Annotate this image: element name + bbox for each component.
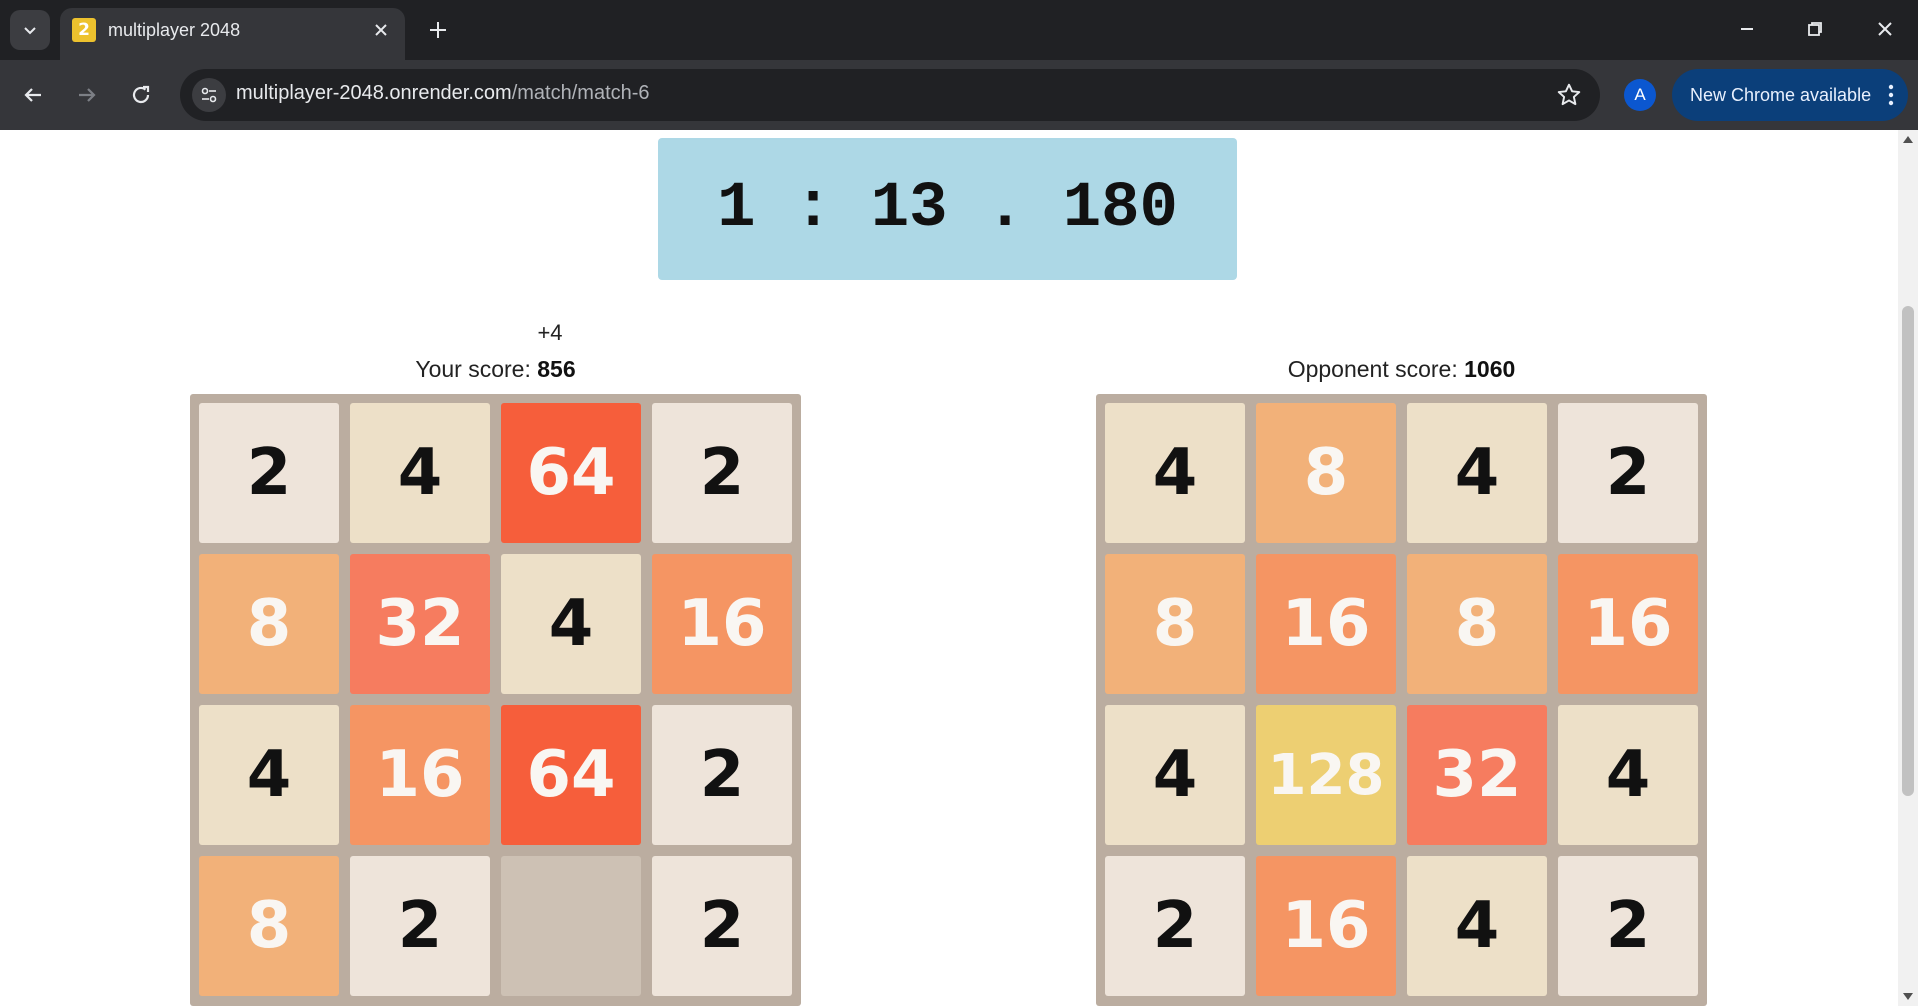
tile: 2 [350, 856, 490, 996]
scroll-up-arrow-icon[interactable] [1903, 136, 1913, 143]
tile: 2 [199, 403, 339, 543]
new-chrome-available-button[interactable]: New Chrome available [1672, 69, 1908, 121]
address-bar[interactable]: multiplayer-2048.onrender.com/match/matc… [180, 69, 1600, 121]
profile-avatar[interactable]: A [1624, 79, 1656, 111]
minimize-button[interactable] [1732, 14, 1762, 44]
browser-toolbar: multiplayer-2048.onrender.com/match/matc… [0, 60, 1918, 130]
tile: 16 [350, 705, 490, 845]
tile: 8 [1256, 403, 1396, 543]
match-timer: 1 : 13 . 180 [658, 138, 1237, 280]
tile: 8 [1105, 554, 1245, 694]
your-board[interactable]: 2 4 64 2 8 32 4 16 4 16 64 2 8 2 2 [190, 394, 801, 1006]
your-score-value: 856 [537, 356, 576, 382]
tile: 2 [652, 856, 792, 996]
restore-button[interactable] [1800, 14, 1830, 44]
tab-search-button[interactable] [10, 10, 50, 50]
close-tab-icon[interactable] [371, 20, 391, 40]
active-tab[interactable]: 2 multiplayer 2048 [60, 8, 405, 60]
tile: 128 [1256, 705, 1396, 845]
opponent-score-label: Opponent score: [1287, 356, 1458, 382]
page-scrollbar[interactable] [1898, 130, 1918, 1006]
close-icon [1878, 22, 1892, 36]
url-text: multiplayer-2048.onrender.com/match/matc… [236, 82, 650, 105]
tab-strip: 2 multiplayer 2048 [0, 0, 1918, 60]
tile: 2 [1558, 403, 1698, 543]
tab-title: multiplayer 2048 [108, 20, 241, 40]
your-score-label: Your score: [415, 356, 531, 382]
your-score: Your score: 856 [190, 356, 801, 383]
favicon-icon: 2 [72, 18, 96, 42]
tile: 4 [1105, 403, 1245, 543]
tile [501, 856, 641, 996]
opponent-score-value: 1060 [1464, 356, 1516, 382]
tile: 16 [1256, 554, 1396, 694]
tile: 4 [350, 403, 490, 543]
tile: 32 [350, 554, 490, 694]
minimize-icon [1741, 28, 1753, 30]
tile: 16 [1256, 856, 1396, 996]
tile: 4 [1407, 856, 1547, 996]
restore-icon [1808, 22, 1822, 36]
scroll-thumb[interactable] [1902, 306, 1914, 796]
tile: 2 [652, 705, 792, 845]
your-score-delta: +4 [537, 320, 563, 345]
tile: 4 [501, 554, 641, 694]
tile: 8 [199, 856, 339, 996]
bookmark-star-icon[interactable] [1556, 82, 1582, 108]
tune-icon [201, 87, 217, 103]
new-tab-plus-icon[interactable] [424, 16, 452, 44]
tile: 2 [652, 403, 792, 543]
tile: 64 [501, 705, 641, 845]
tile: 8 [1407, 554, 1547, 694]
close-window-button[interactable] [1870, 14, 1900, 44]
tile: 16 [652, 554, 792, 694]
url-path: /match/match-6 [511, 82, 650, 104]
back-button[interactable] [16, 78, 50, 112]
tile: 64 [501, 403, 641, 543]
arrow-right-icon [79, 88, 96, 102]
forward-button[interactable] [70, 78, 104, 112]
tile: 2 [1558, 856, 1698, 996]
reload-button[interactable] [124, 78, 158, 112]
tile: 2 [1105, 856, 1245, 996]
reload-icon [132, 85, 150, 104]
scroll-down-arrow-icon[interactable] [1903, 993, 1913, 1000]
site-info-button[interactable] [192, 78, 226, 112]
tile: 4 [199, 705, 339, 845]
opponent-board: 4 8 4 2 8 16 8 16 4 128 32 4 2 16 4 2 [1096, 394, 1707, 1006]
arrow-left-icon [24, 88, 41, 102]
more-vert-icon [1888, 84, 1894, 106]
chevron-down-icon [24, 27, 36, 35]
tile: 4 [1558, 705, 1698, 845]
tile: 16 [1558, 554, 1698, 694]
update-label: New Chrome available [1690, 85, 1872, 105]
tile: 32 [1407, 705, 1547, 845]
tile: 8 [199, 554, 339, 694]
tile: 4 [1407, 403, 1547, 543]
page-viewport: 1 : 13 . 180 +4 Your score: 856 Opponent… [0, 130, 1898, 1006]
opponent-score: Opponent score: 1060 [1096, 356, 1707, 383]
tile: 4 [1105, 705, 1245, 845]
url-host: multiplayer-2048.onrender.com [236, 82, 512, 104]
